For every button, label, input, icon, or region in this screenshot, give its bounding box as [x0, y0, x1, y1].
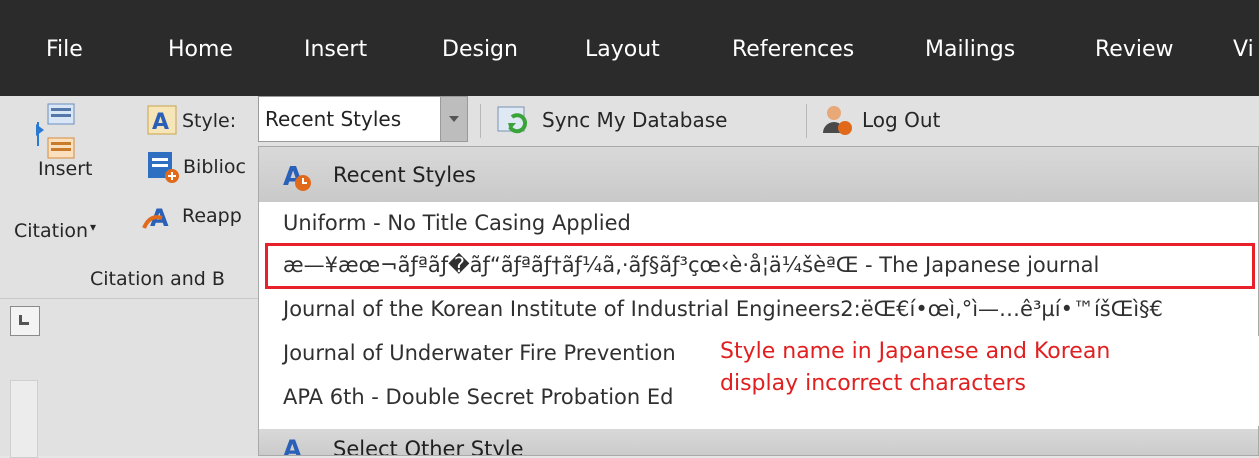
log-out-button[interactable]: Log Out: [820, 100, 940, 140]
menu-file[interactable]: File: [46, 37, 83, 62]
tab-selector-button[interactable]: [10, 306, 40, 336]
annotation-line: display incorrect characters: [720, 371, 1027, 396]
chevron-down-icon: ▾: [90, 220, 97, 234]
svg-text:A: A: [283, 435, 302, 456]
annotation-callout: Style name in Japanese and Korean displa…: [720, 336, 1259, 426]
menu-design[interactable]: Design: [442, 37, 518, 62]
style-option[interactable]: APA 6th - Double Secret Probation Ed: [283, 385, 673, 409]
insert-citation-label-2: Citation: [14, 220, 89, 242]
group-label-citation: Citation and B: [90, 268, 225, 290]
bibliography-icon: [148, 152, 179, 183]
log-out-label: Log Out: [862, 108, 941, 132]
select-other-style-label: Select Other Style: [333, 437, 524, 456]
user-logout-icon: [823, 106, 852, 135]
reapply-icon: A: [142, 204, 169, 232]
separator: [480, 104, 481, 138]
dropdown-header-label: Recent Styles: [333, 163, 476, 187]
style-select[interactable]: Recent Styles: [258, 96, 468, 142]
style-label: Style:: [182, 110, 237, 132]
annotation-line: Style name in Japanese and Korean: [720, 339, 1111, 364]
menu-view[interactable]: Vi: [1233, 37, 1254, 62]
sync-database-button[interactable]: Sync My Database: [496, 100, 727, 140]
style-option[interactable]: Journal of the Korean Institute of Indus…: [283, 297, 1163, 321]
svg-text:A: A: [152, 110, 169, 135]
insert-citation-label-1: Insert: [38, 158, 93, 180]
left-tab-icon: [19, 315, 29, 325]
style-select-value: Recent Styles: [265, 107, 402, 131]
bibliography-label[interactable]: Biblioc: [183, 156, 246, 178]
chevron-down-icon[interactable]: [440, 97, 467, 141]
insert-citation-button[interactable]: Insert Citation ▾: [14, 100, 100, 242]
highlight-box: [265, 243, 1255, 289]
menu-home[interactable]: Home: [168, 37, 233, 62]
recent-styles-icon: A: [283, 162, 311, 192]
menu-references[interactable]: References: [732, 37, 854, 62]
sync-icon: [497, 106, 528, 134]
dropdown-footer[interactable]: A Select Other Style: [259, 429, 1258, 456]
vertical-ruler: [10, 380, 38, 458]
style-icon: A: [147, 105, 177, 135]
menu-layout[interactable]: Layout: [585, 37, 660, 62]
select-style-icon: A: [283, 435, 302, 456]
sync-database-label: Sync My Database: [542, 108, 728, 132]
menu-insert[interactable]: Insert: [304, 37, 367, 62]
reapply-label[interactable]: Reapp: [182, 205, 242, 227]
style-option[interactable]: Journal of Underwater Fire Prevention: [283, 341, 676, 365]
menu-mailings[interactable]: Mailings: [925, 37, 1015, 62]
dropdown-header: A Recent Styles: [259, 147, 1258, 202]
insert-citation-icon: [36, 103, 75, 159]
style-option[interactable]: Uniform - No Title Casing Applied: [283, 211, 631, 235]
menu-review[interactable]: Review: [1095, 37, 1174, 62]
separator: [806, 104, 807, 138]
menu-bar: File Home Insert Design Layout Reference…: [0, 0, 1259, 96]
